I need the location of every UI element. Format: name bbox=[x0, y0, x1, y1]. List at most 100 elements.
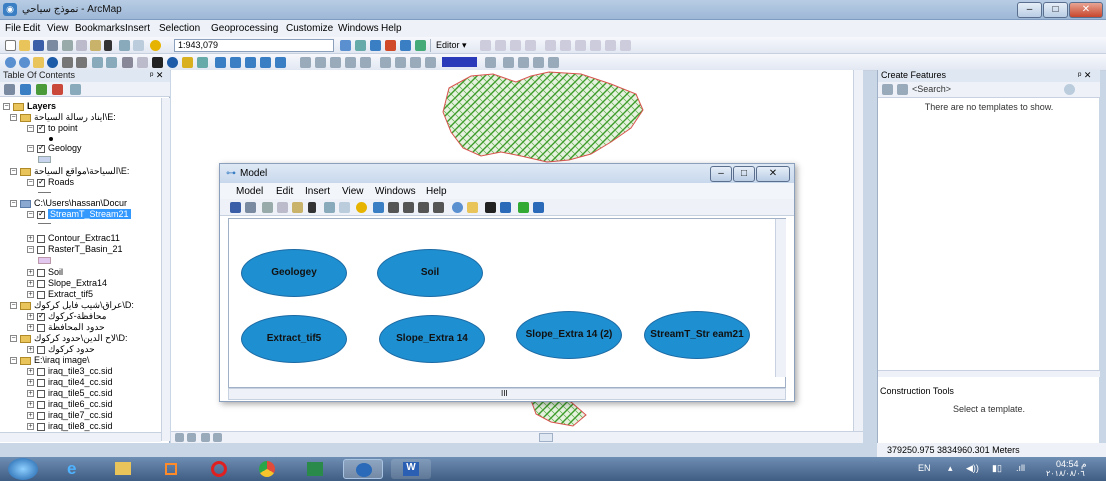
visibility-checkbox[interactable] bbox=[37, 367, 45, 376]
toc-layer[interactable]: + Extract_tif5 bbox=[27, 289, 93, 300]
expand-icon[interactable]: + bbox=[27, 235, 34, 243]
zoom-in-icon[interactable] bbox=[5, 57, 16, 68]
hyperlink-icon[interactable] bbox=[182, 57, 193, 68]
map-vertical-scrollbar[interactable] bbox=[853, 70, 863, 431]
arcmap-taskbar-icon[interactable] bbox=[343, 459, 383, 479]
model-fixed-zoom-out-icon[interactable] bbox=[418, 202, 429, 213]
expand-icon[interactable]: + bbox=[27, 368, 34, 376]
collapse-icon[interactable]: − bbox=[27, 211, 34, 219]
arcmap-app-icon[interactable]: ◉ bbox=[3, 3, 17, 16]
model-close-button[interactable]: ✕ bbox=[756, 166, 790, 182]
model-fit-icon[interactable] bbox=[433, 202, 444, 213]
georef-icon-1[interactable] bbox=[300, 57, 311, 68]
menu-help[interactable]: Help bbox=[381, 23, 402, 34]
expand-icon[interactable]: + bbox=[27, 401, 34, 409]
model-menu-windows[interactable]: Windows bbox=[375, 186, 416, 197]
editor-menu[interactable]: Editor ▾ bbox=[436, 40, 467, 51]
toc-layer[interactable]: + Contour_Extrac11 bbox=[27, 233, 120, 244]
visibility-checkbox[interactable] bbox=[37, 422, 45, 431]
copy-icon[interactable] bbox=[76, 40, 87, 51]
forward-extent-icon[interactable] bbox=[106, 57, 117, 68]
fixed-zoom-out-icon[interactable] bbox=[76, 57, 87, 68]
show-hidden-icons[interactable]: ▴ bbox=[948, 463, 953, 474]
layout-icon-4[interactable] bbox=[425, 57, 436, 68]
model-zoom-icon[interactable] bbox=[452, 202, 463, 213]
layout-icon-6[interactable] bbox=[518, 57, 529, 68]
volume-icon[interactable]: ◀)) bbox=[966, 463, 979, 474]
zoom-out-icon[interactable] bbox=[19, 57, 30, 68]
model-node-soil[interactable]: Soil bbox=[377, 249, 483, 297]
model-menu-help[interactable]: Help bbox=[426, 186, 447, 197]
media-player-icon[interactable] bbox=[151, 459, 191, 479]
expand-icon[interactable]: + bbox=[27, 346, 34, 354]
layout-icon-1[interactable] bbox=[380, 57, 391, 68]
cut-polygons-icon[interactable] bbox=[545, 40, 556, 51]
toc-layer[interactable]: − Geology bbox=[27, 143, 82, 154]
color-swatch[interactable] bbox=[442, 57, 477, 67]
menu-geoprocessing[interactable]: Geoprocessing bbox=[211, 23, 278, 34]
visibility-checkbox[interactable] bbox=[37, 245, 45, 254]
toc-options-icon[interactable] bbox=[70, 84, 81, 95]
create-features-close-icon[interactable]: ᵖ ✕ bbox=[1078, 70, 1091, 81]
toc-layer[interactable]: − Roads bbox=[27, 177, 74, 188]
visibility-checkbox[interactable] bbox=[37, 311, 45, 321]
expand-icon[interactable]: + bbox=[27, 313, 34, 321]
attributes-icon[interactable] bbox=[590, 40, 601, 51]
visibility-checkbox[interactable] bbox=[37, 234, 45, 243]
split-tool-icon[interactable] bbox=[560, 40, 571, 51]
find-route-icon[interactable] bbox=[230, 57, 241, 68]
expand-icon[interactable]: + bbox=[27, 390, 34, 398]
table-icon[interactable] bbox=[355, 40, 366, 51]
go-to-xy-icon[interactable] bbox=[260, 57, 271, 68]
visibility-checkbox[interactable] bbox=[37, 378, 45, 387]
fixed-zoom-in-icon[interactable] bbox=[62, 57, 73, 68]
toc-layer[interactable]: + iraq_tile4_cc.sid bbox=[27, 377, 113, 388]
toc-layer[interactable]: + iraq_tile5_cc.sid bbox=[27, 388, 113, 399]
refresh-icon[interactable] bbox=[201, 433, 210, 442]
map-scale-field[interactable]: 1:943,079 bbox=[174, 39, 334, 52]
collapse-icon[interactable]: − bbox=[10, 114, 17, 122]
visibility-checkbox[interactable] bbox=[37, 143, 45, 153]
model-print-icon[interactable] bbox=[245, 202, 256, 213]
toc-group[interactable]: − C:\Users\hassan\Docur bbox=[10, 198, 127, 209]
visibility-checkbox[interactable] bbox=[37, 345, 45, 354]
panel-splitter[interactable] bbox=[878, 370, 1100, 377]
model-cut-icon[interactable] bbox=[262, 202, 273, 213]
georef-icon-4[interactable] bbox=[345, 57, 356, 68]
opera-icon[interactable] bbox=[199, 459, 239, 479]
menu-selection[interactable]: Selection bbox=[159, 23, 200, 34]
model-auto-layout-icon[interactable] bbox=[373, 202, 384, 213]
list-by-visibility-icon[interactable] bbox=[36, 84, 47, 95]
expand-icon[interactable]: + bbox=[27, 280, 34, 288]
sketch-tool-icon[interactable] bbox=[495, 40, 506, 51]
create-features-icon[interactable] bbox=[620, 40, 631, 51]
layout-icon-7[interactable] bbox=[533, 57, 544, 68]
list-by-selection-icon[interactable] bbox=[52, 84, 63, 95]
visibility-checkbox[interactable] bbox=[37, 279, 45, 288]
model-node-geology[interactable]: Geologey bbox=[241, 249, 347, 297]
visibility-checkbox[interactable] bbox=[37, 268, 45, 277]
toc-close-icon[interactable]: ᵖ ✕ bbox=[150, 70, 163, 81]
new-document-icon[interactable] bbox=[5, 40, 16, 51]
toc-layer[interactable]: + Slope_Extra14 bbox=[27, 278, 107, 289]
add-data-icon[interactable] bbox=[150, 40, 161, 51]
undo-icon[interactable] bbox=[119, 40, 130, 51]
toc-layer[interactable]: + حدود كركوك bbox=[27, 344, 95, 355]
toc-layer[interactable]: + iraq_tile7_cc.sid bbox=[27, 410, 113, 421]
search-icon[interactable] bbox=[1064, 84, 1075, 95]
expand-icon[interactable]: + bbox=[27, 412, 34, 420]
toc-layer[interactable]: + محافظة-كركوك bbox=[27, 311, 106, 322]
expand-icon[interactable]: + bbox=[27, 379, 34, 387]
toc-group[interactable]: − ايناد رسالة السياحة\E: bbox=[10, 112, 116, 123]
model-pan-icon[interactable] bbox=[467, 202, 478, 213]
toc-layer[interactable]: − RasterT_Basin_21 bbox=[27, 244, 123, 255]
menu-windows[interactable]: Windows bbox=[338, 23, 379, 34]
visibility-checkbox[interactable] bbox=[37, 290, 45, 299]
visibility-checkbox[interactable] bbox=[37, 323, 45, 332]
open-icon[interactable] bbox=[19, 40, 30, 51]
end-point-arc-icon[interactable] bbox=[525, 40, 536, 51]
visibility-checkbox[interactable] bbox=[37, 389, 45, 398]
model-run-icon[interactable] bbox=[533, 202, 544, 213]
expand-icon[interactable]: + bbox=[27, 269, 34, 277]
model-redo-icon[interactable] bbox=[339, 202, 350, 213]
